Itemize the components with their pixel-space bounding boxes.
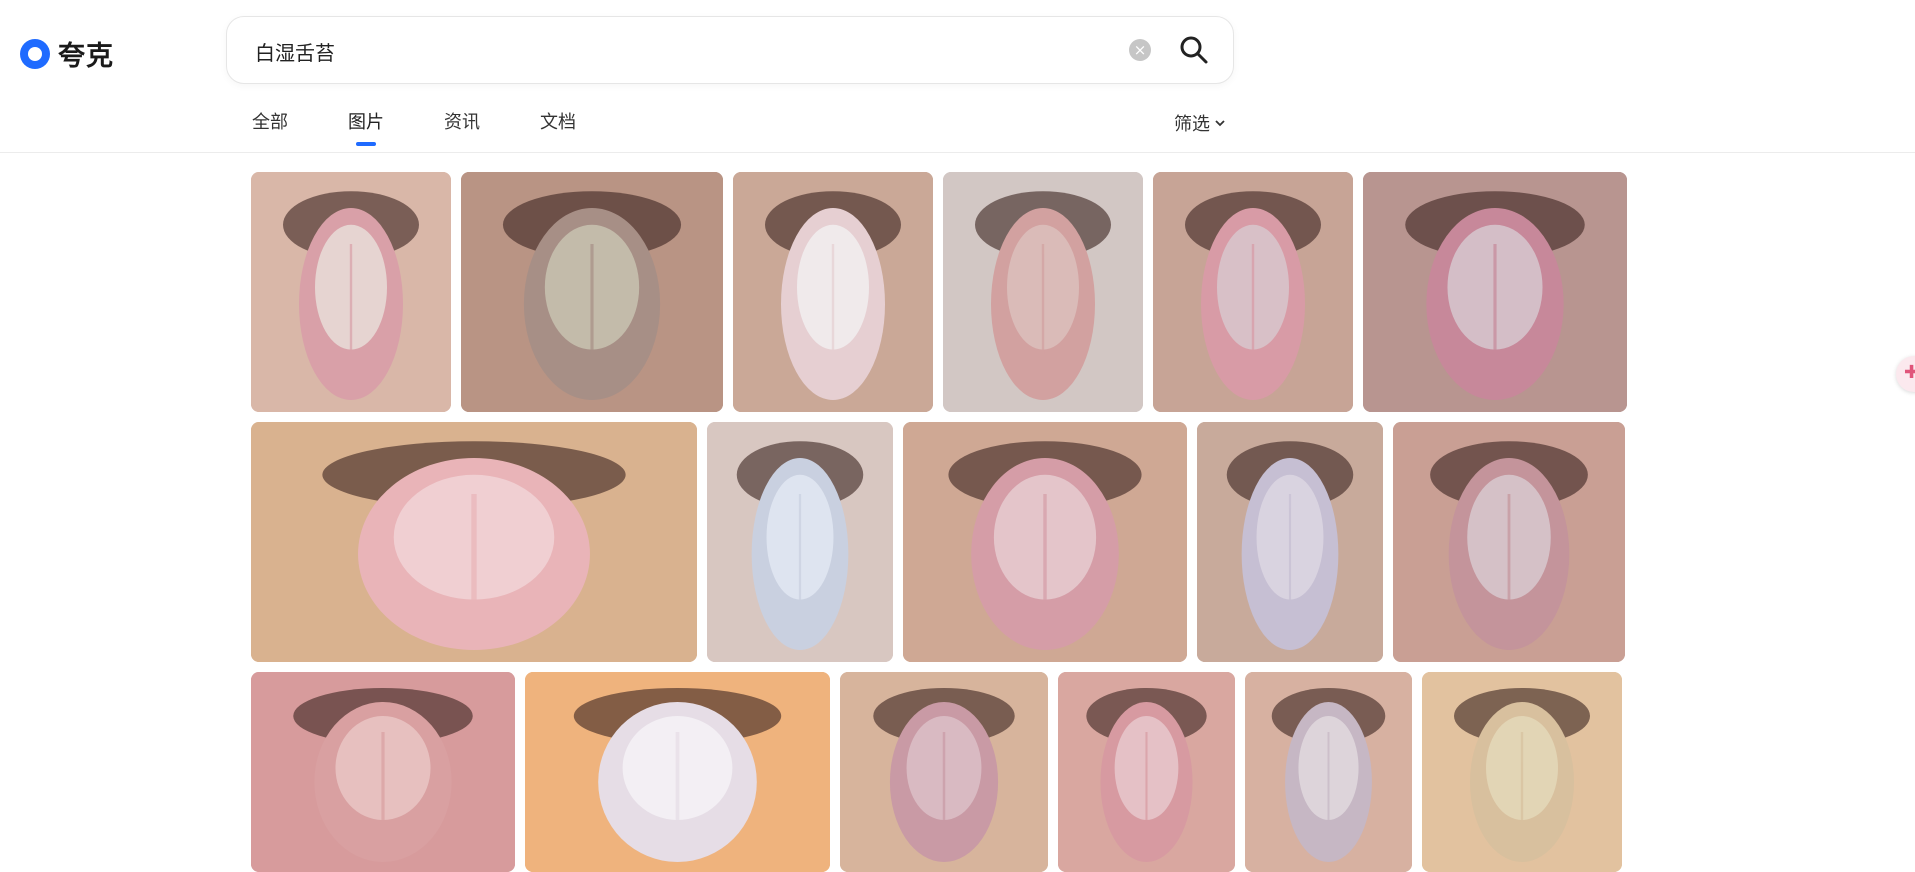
clear-icon[interactable]: × — [1129, 39, 1151, 61]
tab-images[interactable]: 图片 — [348, 108, 384, 146]
result-image[interactable] — [1197, 422, 1383, 662]
quark-logo-icon — [20, 38, 50, 69]
search-box: × — [226, 16, 1234, 84]
result-image[interactable] — [1422, 672, 1622, 872]
result-image[interactable] — [903, 422, 1187, 662]
filter-button[interactable]: 筛选 — [1174, 110, 1226, 136]
result-image[interactable] — [1363, 172, 1627, 412]
tool-icon: ✚ — [1904, 362, 1915, 383]
floating-tool-button[interactable]: ✚ — [1896, 356, 1915, 392]
search-icon[interactable] — [1177, 33, 1211, 67]
result-image[interactable] — [840, 672, 1048, 872]
search-input[interactable] — [253, 35, 1057, 67]
logo-text: 夸克 — [58, 41, 114, 72]
result-image[interactable] — [251, 672, 515, 872]
top-bar: 夸克 × 全部 图片 资讯 文档 筛选 — [0, 0, 1915, 153]
result-image[interactable] — [943, 172, 1143, 412]
filter-label: 筛选 — [1174, 114, 1210, 135]
result-image[interactable] — [251, 422, 697, 662]
result-image[interactable] — [525, 672, 830, 872]
tab-news[interactable]: 资讯 — [444, 108, 480, 134]
result-image[interactable] — [707, 422, 893, 662]
logo[interactable]: 夸克 — [20, 34, 114, 73]
result-image[interactable] — [1245, 672, 1412, 872]
tab-bar: 全部 图片 资讯 文档 — [252, 108, 636, 146]
result-image[interactable] — [1058, 672, 1235, 872]
result-image[interactable] — [733, 172, 933, 412]
result-image[interactable] — [461, 172, 723, 412]
result-image[interactable] — [251, 172, 451, 412]
chevron-down-icon — [1215, 120, 1225, 127]
result-image[interactable] — [1153, 172, 1353, 412]
result-image[interactable] — [1393, 422, 1625, 662]
tab-docs[interactable]: 文档 — [540, 108, 576, 134]
tab-all[interactable]: 全部 — [252, 108, 288, 134]
